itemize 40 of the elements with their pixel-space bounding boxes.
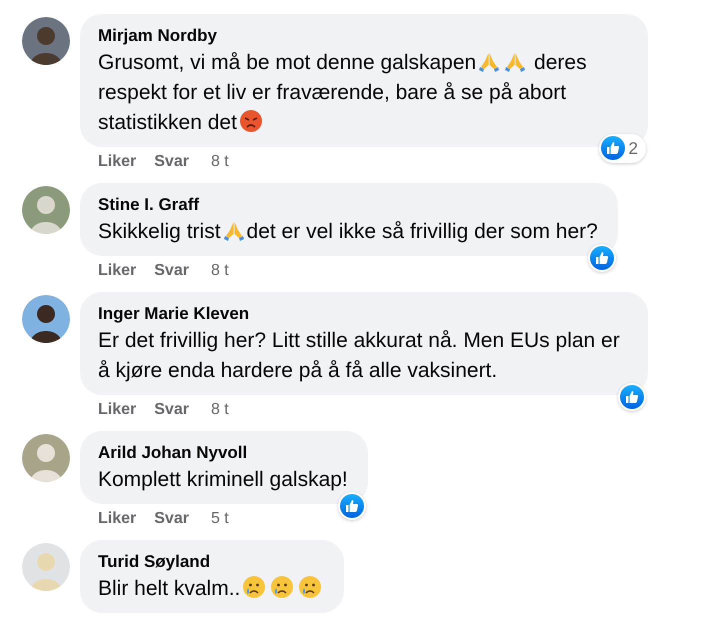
- like-reaction-icon: [340, 494, 364, 518]
- reaction-badge[interactable]: [588, 244, 616, 272]
- comment-text: Grusomt, vi må be mot denne galskapen deres respekt for et liv er fraværende, bare å se på abort statistikken det: [98, 50, 588, 136]
- like-reaction-icon: [600, 136, 625, 160]
- praying-hands-icon: [222, 220, 245, 242]
- comment-action-link[interactable]: Liker: [98, 260, 136, 282]
- like-reaction-icon: [590, 246, 614, 270]
- comment-action-link[interactable]: Svar: [154, 260, 189, 282]
- comment-action-link[interactable]: Liker: [98, 399, 136, 421]
- like-reaction-icon: [620, 385, 644, 409]
- comment-action-link[interactable]: Svar: [154, 399, 189, 421]
- reaction-count: 2: [628, 138, 639, 160]
- avatar[interactable]: [22, 295, 70, 343]
- comment-time[interactable]: 8 t: [210, 260, 229, 282]
- reaction-badge[interactable]: [338, 492, 366, 520]
- crying-face-icon: [242, 575, 266, 599]
- crying-face-icon: [298, 575, 322, 599]
- reaction-badge[interactable]: [618, 383, 646, 411]
- angry-face-icon: [238, 109, 263, 133]
- author-name[interactable]: Stine I. Graff: [98, 193, 598, 217]
- praying-hands-icon: [504, 51, 526, 73]
- comment-time[interactable]: 8 t: [210, 151, 229, 173]
- praying-hands-icon: [478, 51, 500, 73]
- comment-text: Blir helt kvalm..: [98, 574, 324, 604]
- author-name[interactable]: Arild Johan Nyvoll: [98, 441, 348, 465]
- comment-action-link[interactable]: Liker: [98, 508, 136, 530]
- comment-text: Komplett kriminell galskap!: [98, 467, 348, 493]
- author-name[interactable]: Inger Marie Kleven: [98, 302, 628, 326]
- comment-text: Er det frivillig her? Litt stille akkurat nå. Men EUs plan er å kjøre enda hardere på å få alle vaksinert.: [98, 328, 621, 384]
- author-name[interactable]: Mirjam Nordby: [98, 24, 628, 48]
- reaction-badge[interactable]: 2: [598, 134, 646, 163]
- author-name[interactable]: Turid Søyland: [98, 550, 324, 574]
- comment-action-link[interactable]: Svar: [154, 151, 189, 173]
- comment-time[interactable]: 8 t: [210, 399, 229, 421]
- crying-face-icon: [270, 575, 294, 599]
- comment-time[interactable]: 5 t: [210, 508, 229, 530]
- comment-action-link[interactable]: Svar: [154, 508, 189, 530]
- avatar[interactable]: [22, 17, 70, 65]
- comment-text: Skikkelig trist det er vel ikke så frivillig der som her?: [98, 219, 598, 245]
- comment-action-link[interactable]: Liker: [98, 151, 136, 173]
